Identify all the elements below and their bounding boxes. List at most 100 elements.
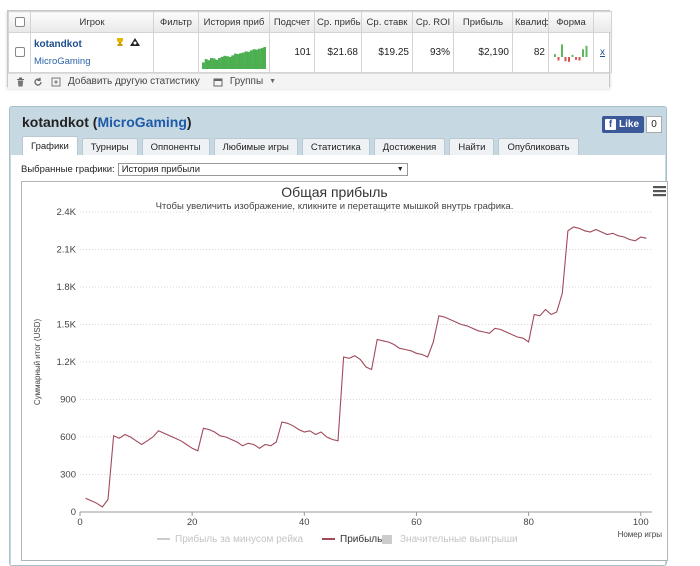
legend-item[interactable]: Прибыль за минусом рейка <box>157 533 304 545</box>
select-all-checkbox[interactable] <box>14 16 25 27</box>
row-checkbox[interactable] <box>14 47 25 58</box>
form-bar <box>571 54 574 57</box>
add-stat-icon <box>50 76 62 88</box>
history-bar <box>218 57 221 69</box>
tab-publish[interactable]: Опубликовать <box>498 138 579 155</box>
facebook-like-count: 0 <box>646 116 662 133</box>
panel-player-name: kotandkot <box>22 114 89 130</box>
history-bar <box>258 48 261 69</box>
y-tick-label: 300 <box>60 470 76 481</box>
col-header-player[interactable]: Игрок <box>30 11 154 33</box>
facebook-like-label: Like <box>619 119 640 130</box>
chart-selector-dropdown[interactable]: История прибыли ▼ <box>117 163 408 176</box>
history-bar <box>247 51 251 69</box>
filter-cell[interactable] <box>153 32 199 73</box>
trophy-icon <box>115 37 125 47</box>
chart-selector-row: Выбранные графики: История прибыли ▼ <box>21 163 408 176</box>
refresh-icon[interactable] <box>32 76 44 88</box>
player-cell: kotandkot MicroGaming <box>30 32 154 73</box>
history-bar <box>212 57 216 69</box>
table-header-row: Игрок Фильтр История приб Подсчет Ср. пр… <box>8 11 612 33</box>
chart-selector-value: История прибыли <box>121 164 201 175</box>
profit-history-sparkline <box>202 46 266 69</box>
legend-item[interactable]: Значительные выигрыши <box>382 534 518 545</box>
y-tick-label: 2.4K <box>56 207 76 218</box>
panel-network-name[interactable]: MicroGaming <box>97 114 186 130</box>
x-tick-label: 100 <box>633 517 649 528</box>
history-bar <box>223 55 227 69</box>
col-header-avg-roi[interactable]: Ср. ROI <box>412 11 454 33</box>
menu-icon-bar <box>653 186 666 189</box>
x-axis-label: Номер игры <box>618 530 663 539</box>
form-bar <box>564 56 567 61</box>
network-logo-icon <box>129 37 141 47</box>
form-sparkline <box>554 43 588 62</box>
form-bar <box>561 43 563 57</box>
panel-title: kotandkot (MicroGaming) <box>22 114 192 130</box>
profit-cell: $2,190 <box>453 32 513 73</box>
chart-title: Общая прибыль <box>281 184 387 200</box>
y-axis-label: Суммарный итог (USD) <box>33 319 42 406</box>
history-bar <box>239 52 243 69</box>
tab-favorite-games[interactable]: Любимые игры <box>213 138 298 155</box>
profit-chart[interactable]: Общая прибыльЧтобы увеличить изображение… <box>22 182 667 560</box>
tab-find[interactable]: Найти <box>449 138 495 155</box>
history-bar <box>207 59 211 69</box>
col-header-form[interactable]: Форма <box>548 11 594 33</box>
table-toolbar: Добавить другую статистику Группы ▼ <box>8 73 609 89</box>
player-table-box: Игрок Фильтр История приб Подсчет Ср. пр… <box>7 10 612 89</box>
y-tick-label: 900 <box>60 395 76 406</box>
remove-cell: x <box>593 32 612 73</box>
legend-item[interactable]: Прибыль <box>322 533 382 545</box>
legend-label: Прибыль за минусом рейка <box>175 533 304 545</box>
col-header-profit[interactable]: Прибыль <box>453 11 513 33</box>
tab-statistics[interactable]: Статистика <box>301 138 370 155</box>
x-tick-label: 80 <box>523 517 534 528</box>
legend-swatch <box>382 535 392 544</box>
groups-icon <box>212 76 224 88</box>
chart-menu-icon[interactable] <box>653 186 666 197</box>
y-tick-label: 1.2K <box>56 357 76 368</box>
x-tick-label: 0 <box>77 517 82 528</box>
trash-icon[interactable] <box>14 76 26 88</box>
player-panel: kotandkot (MicroGaming) f Like 0 Графики… <box>9 106 668 566</box>
history-bar <box>228 56 232 69</box>
col-header-avg-stake[interactable]: Ср. ставк <box>361 11 413 33</box>
remove-row-link[interactable]: x <box>600 47 605 58</box>
player-network-link[interactable]: MicroGaming <box>34 56 150 67</box>
legend-label: Прибыль <box>340 533 382 545</box>
tab-opponents[interactable]: Оппоненты <box>141 138 210 155</box>
count-cell: 101 <box>269 32 315 73</box>
profit-series-line <box>85 226 647 508</box>
add-stat-link[interactable]: Добавить другую статистику <box>68 76 200 87</box>
tab-content: Выбранные графики: История прибыли ▼ Общ… <box>11 155 668 565</box>
history-bar <box>255 49 259 69</box>
col-header-count[interactable]: Подсчет <box>269 11 315 33</box>
tab-achievements[interactable]: Достижения <box>373 138 446 155</box>
x-tick-label: 40 <box>299 517 310 528</box>
select-all-cell <box>8 11 31 33</box>
y-tick-label: 1.8K <box>56 282 76 293</box>
chevron-down-icon[interactable]: ▼ <box>269 78 276 85</box>
history-bar <box>234 53 237 69</box>
row-select-cell <box>8 32 31 73</box>
qual-cell: 82 <box>512 32 549 73</box>
history-bar <box>231 54 235 69</box>
tab-tournaments[interactable]: Турниры <box>81 138 138 155</box>
history-bar <box>202 61 205 69</box>
col-header-history[interactable]: История приб <box>198 11 270 33</box>
x-tick-label: 60 <box>411 517 422 528</box>
form-bar <box>575 56 577 60</box>
chart-selector-label: Выбранные графики: <box>21 164 115 175</box>
form-bar <box>578 56 581 60</box>
chart-container[interactable]: Общая прибыль Чтобы увеличить изображение… <box>21 181 668 561</box>
col-header-qual[interactable]: Квалиф <box>512 11 549 33</box>
col-header-avg-profit[interactable]: Ср. прибыль <box>314 11 362 33</box>
avg-roi-cell: 93% <box>412 32 454 73</box>
col-header-filter[interactable]: Фильтр <box>153 11 199 33</box>
form-bar <box>585 45 588 57</box>
panel-tabs: Графики Турниры Оппоненты Любимые игры С… <box>22 136 579 155</box>
facebook-like-button[interactable]: f Like <box>602 116 644 133</box>
tab-charts[interactable]: Графики <box>22 136 78 155</box>
groups-dropdown[interactable]: Группы <box>230 76 263 87</box>
